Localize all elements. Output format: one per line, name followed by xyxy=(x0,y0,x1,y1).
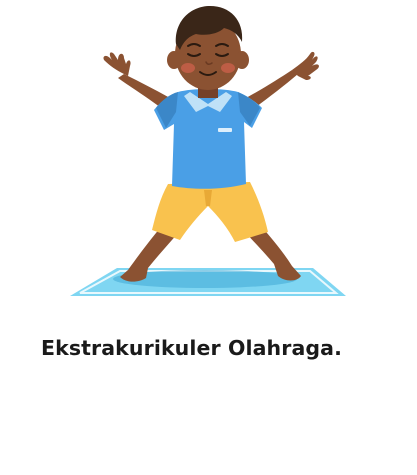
shirt xyxy=(154,89,262,189)
right-cheek xyxy=(221,63,235,73)
boy-star-pose-illustration xyxy=(70,6,346,296)
shorts xyxy=(152,182,268,242)
page: Ekstrakurikuler Olahraga. xyxy=(0,0,417,475)
head xyxy=(167,6,249,98)
caption-text: Ekstrakurikuler Olahraga. xyxy=(41,336,342,360)
left-hand xyxy=(103,52,131,76)
left-cheek xyxy=(181,63,195,73)
left-ear xyxy=(167,51,181,69)
yoga-mat xyxy=(70,268,346,296)
shirt-pocket xyxy=(218,128,232,132)
right-hand xyxy=(292,51,319,80)
right-ear xyxy=(235,51,249,69)
